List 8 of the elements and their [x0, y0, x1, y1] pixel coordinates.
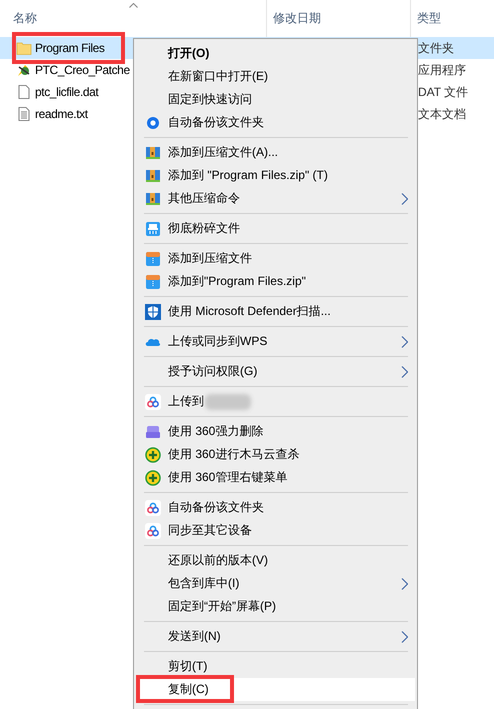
file-name: ptc_licfile.dat: [35, 85, 98, 99]
file-name: Program Files: [35, 41, 104, 55]
file-type: 文本文档: [417, 106, 466, 122]
file-type: DAT 文件: [417, 84, 468, 100]
file-type: 应用程序: [417, 62, 466, 78]
file-name: PTC_Creo_Patche: [35, 63, 130, 77]
file-name: readme.txt: [35, 107, 88, 121]
file-type: 文件夹: [417, 40, 454, 56]
